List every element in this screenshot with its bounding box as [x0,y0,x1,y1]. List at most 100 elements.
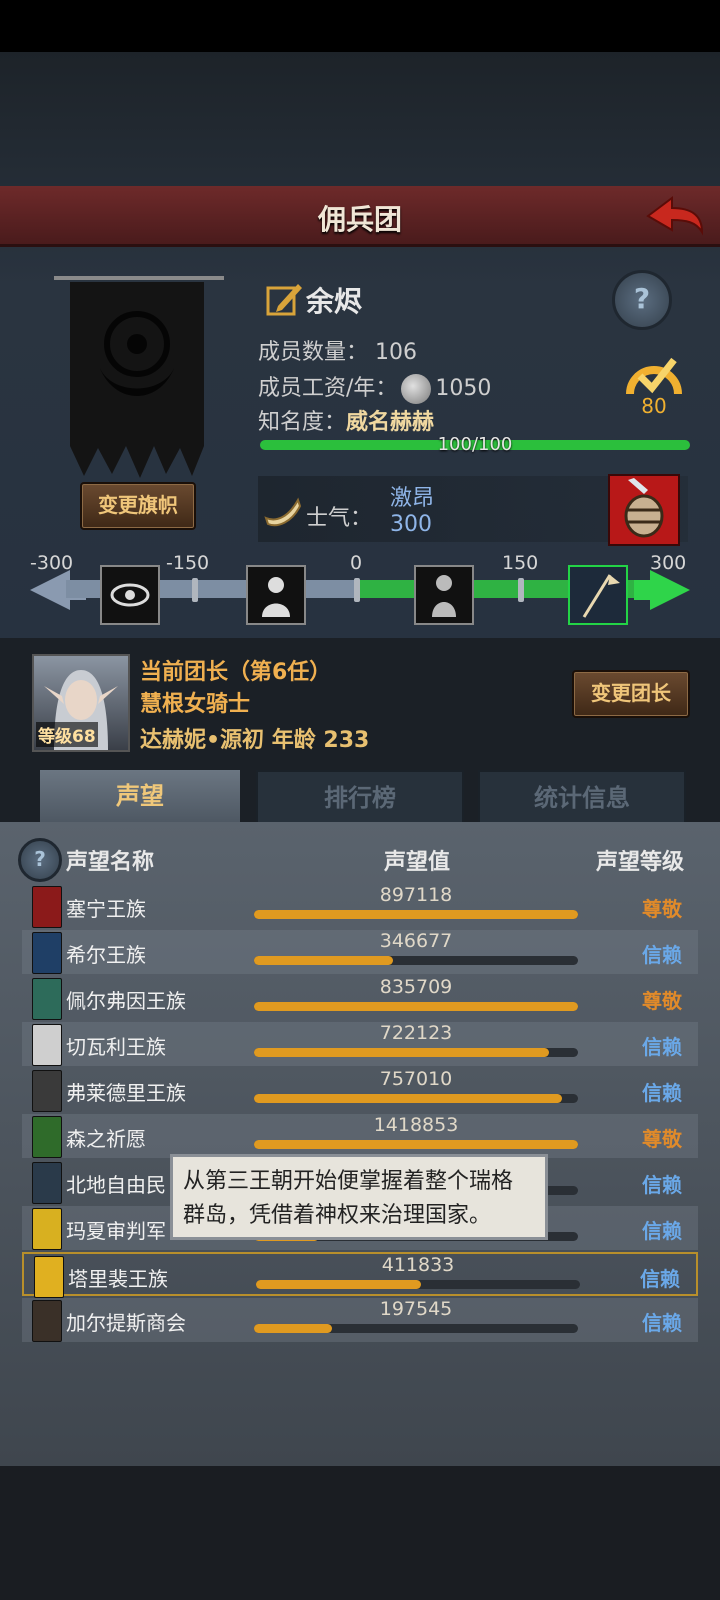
faction-name: 塔里裴王族 [68,1267,168,1291]
faction-crest-icon [32,886,62,928]
fame-label: 知名度： [258,410,347,435]
reputation-level: 尊敬 [642,1127,682,1151]
reputation-level: 尊敬 [642,897,682,921]
scale-tick [354,578,360,602]
tab-reputation[interactable]: 声望 [40,770,240,822]
reputation-row[interactable]: 切瓦利王族 722123 信赖 [22,1022,698,1066]
reputation-row[interactable]: 佩尔弗因王族 835709 尊敬 [22,976,698,1020]
reputation-value: 1418853 [373,1114,459,1136]
leader-name-age: 达赫妮•源初 年龄 233 [140,728,370,753]
column-header-name: 声望名称 [66,850,155,875]
members-value: 106 [375,340,418,365]
reputation-bar [254,1324,578,1333]
faction-crest-icon [32,932,62,974]
horn-icon [264,497,302,527]
reputation-value: 757010 [379,1068,453,1090]
reputation-bar-fill [256,1280,422,1289]
reputation-bar-fill [254,1002,578,1011]
column-header-level: 声望等级 [596,850,685,875]
reputation-row[interactable]: 希尔王族 346677 信赖 [22,930,698,974]
faction-crest-icon [32,1116,62,1158]
change-leader-button[interactable]: 变更团长 [572,670,690,718]
tab-statistics[interactable]: 统计信息 [478,770,686,826]
reputation-bar-fill [254,910,578,919]
morale-normal-icon[interactable] [414,565,474,625]
reputation-level: 信赖 [640,1267,680,1291]
salary-value: 1050 [435,376,492,401]
morale-value: 300 [390,512,432,537]
morale-low-icon[interactable] [246,565,306,625]
prestige-gauge-icon[interactable] [624,350,684,400]
tooltip-line-2: 群岛，凭借着神权来治理国家。 [183,1203,492,1228]
members-row: 成员数量： 106 [258,334,417,366]
reputation-level: 信赖 [642,1173,682,1197]
morale-despair-icon[interactable] [100,565,160,625]
morale-state: 激昂 [390,486,435,511]
reputation-value: 897118 [379,884,453,906]
faction-crest-icon [32,1208,62,1250]
prestige-gauge-value: 80 [641,394,667,418]
reputation-row[interactable]: 加尔提斯商会 197545 信赖 [22,1298,698,1342]
fame-value: 威名赫赫 [346,410,435,435]
reputation-level: 尊敬 [642,989,682,1013]
barrel-event-icon[interactable] [608,474,680,546]
faction-crest-icon [34,1256,64,1298]
reputation-value: 411833 [381,1254,455,1276]
reputation-value: 722123 [379,1022,453,1044]
tooltip-line-1: 从第三王朝开始便掌握着整个瑞格 [183,1169,514,1194]
status-bar [0,0,720,52]
reputation-bar-fill [254,956,394,965]
reputation-bar-fill [254,1048,549,1057]
reputation-bar [254,1048,578,1057]
fame-row: 知名度：威名赫赫 [258,404,434,436]
faction-name: 切瓦利王族 [66,1035,166,1059]
back-arrow-icon[interactable] [642,192,706,238]
faction-name: 希尔王族 [66,943,146,967]
members-label: 成员数量： [258,340,369,365]
faction-tooltip: 从第三王朝开始便掌握着整个瑞格 群岛，凭借着神权来治理国家。 [170,1154,548,1240]
title-bar: 佣兵团 [0,186,720,247]
tab-ranking[interactable]: 排行榜 [256,770,464,826]
faction-name: 玛夏审判军 [66,1219,166,1243]
change-banner-button[interactable]: 变更旗帜 [80,482,196,530]
reputation-bar-fill [254,1094,562,1103]
reputation-level: 信赖 [642,1035,682,1059]
reputation-bar [254,1002,578,1011]
reputation-row[interactable]: 弗莱德里王族 757010 信赖 [22,1068,698,1112]
reputation-help-icon[interactable]: ? [18,838,62,882]
scale-label-neg150: -150 [166,552,210,574]
page-title: 佣兵团 [317,203,402,236]
faction-crest-icon [32,1024,62,1066]
reputation-level: 信赖 [642,1311,682,1335]
morale-label: 士气： [306,506,373,531]
morale-high-icon[interactable] [568,565,628,625]
reputation-row[interactable]: 塞宁王族 897118 尊敬 [22,884,698,928]
reputation-row[interactable]: 森之祈愿 1418853 尊敬 [22,1114,698,1158]
help-icon[interactable]: ? [612,270,672,330]
fame-progress-text: 100/100 [437,434,513,455]
reputation-row[interactable]: 塔里裴王族 411833 信赖 [22,1252,698,1298]
scale-tick [192,578,198,602]
faction-crest-icon [32,1162,62,1204]
scale-label-0: 0 [350,552,363,574]
guild-name: 余烬 [306,285,363,318]
reputation-bar [256,1280,580,1289]
faction-crest-icon [32,1300,62,1342]
faction-name: 加尔提斯商会 [66,1311,186,1335]
reputation-bar-fill [254,1324,332,1333]
edit-name-icon[interactable] [264,278,304,318]
reputation-value: 346677 [379,930,453,952]
reputation-value: 197545 [379,1298,453,1320]
guild-banner-emblem [54,276,224,478]
scale-tick [518,578,524,602]
faction-name: 北地自由民 [66,1173,166,1197]
leader-level: 等级68 [36,722,98,747]
reputation-bar-fill [254,1140,578,1149]
leader-class: 慧根女骑士 [140,692,251,717]
leader-title: 当前团长（第6任） [140,660,332,685]
navigation-bar [0,1466,720,1600]
faction-name: 森之祈愿 [66,1127,146,1151]
reputation-level: 信赖 [642,1081,682,1105]
reputation-value: 835709 [379,976,453,998]
scale-label-neg300: -300 [30,552,74,574]
